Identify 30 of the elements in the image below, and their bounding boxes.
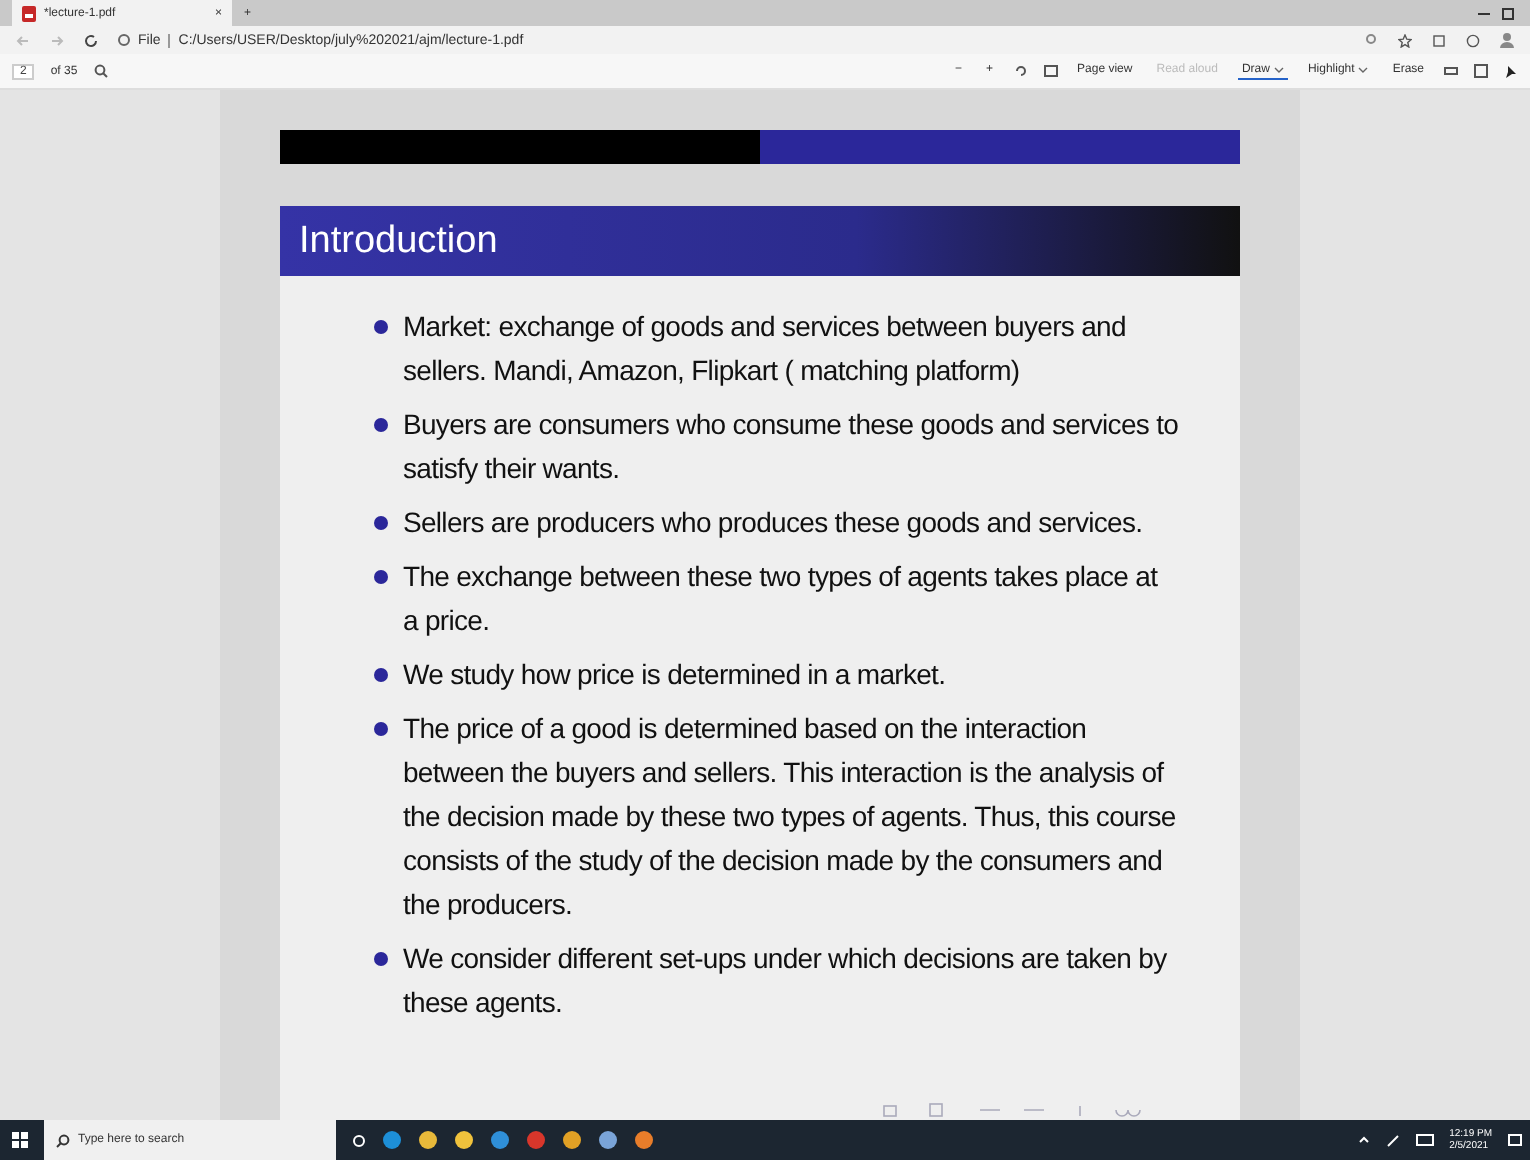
bullet-icon	[373, 952, 387, 966]
rotate-icon[interactable]	[1013, 64, 1028, 78]
chevron-up-icon[interactable]	[1357, 1134, 1370, 1146]
bullet-text: The price of a good is determined based on the interaction between the buyers and sellers. This interaction is the analysis of the decision made by these two types of agents. Thus, this course consists of the study of the decision made by the consumers and the producers.	[403, 710, 1178, 924]
bullet-icon	[373, 418, 387, 432]
bullet-icon	[373, 570, 387, 584]
bullet-icon	[373, 516, 387, 530]
bullet-text: The exchange between these two types of agents takes place at a price.	[403, 558, 1160, 640]
bullet-text: We study how price is determined in a market.	[403, 656, 946, 694]
favorite-icon[interactable]	[1398, 33, 1412, 47]
bullet-icon	[373, 722, 387, 736]
chevron-down-icon	[1273, 66, 1284, 74]
refresh-icon[interactable]	[84, 33, 98, 47]
bullet-text: Sellers are producers who produces these goods and services.	[403, 504, 1143, 542]
pdf-icon	[22, 5, 36, 21]
search-icon[interactable]	[93, 64, 108, 78]
restore-icon[interactable]	[1502, 7, 1514, 19]
bullet-icon	[373, 320, 387, 334]
bullet-text: Buyers are consumers who consume these goods and services to satisfy their wants.	[403, 406, 1179, 488]
divider-icon	[168, 33, 171, 47]
chevron-down-icon	[1358, 66, 1369, 74]
windows-icon[interactable]	[12, 1132, 28, 1148]
minimize-icon[interactable]	[1478, 7, 1490, 19]
bullet-icon	[373, 668, 387, 682]
search-icon	[56, 1133, 70, 1147]
slide-title: Introduction	[299, 219, 498, 263]
fit-page-icon[interactable]	[1043, 64, 1058, 78]
bullet-text: We consider different set-ups under which decisions are taken by these agents.	[403, 940, 1169, 1022]
profile-icon[interactable]	[1500, 32, 1514, 48]
bullet-text: Market: exchange of goods and services between buyers and sellers. Mandi, Amazon, Flipkart ( matching platform)	[403, 308, 1128, 390]
